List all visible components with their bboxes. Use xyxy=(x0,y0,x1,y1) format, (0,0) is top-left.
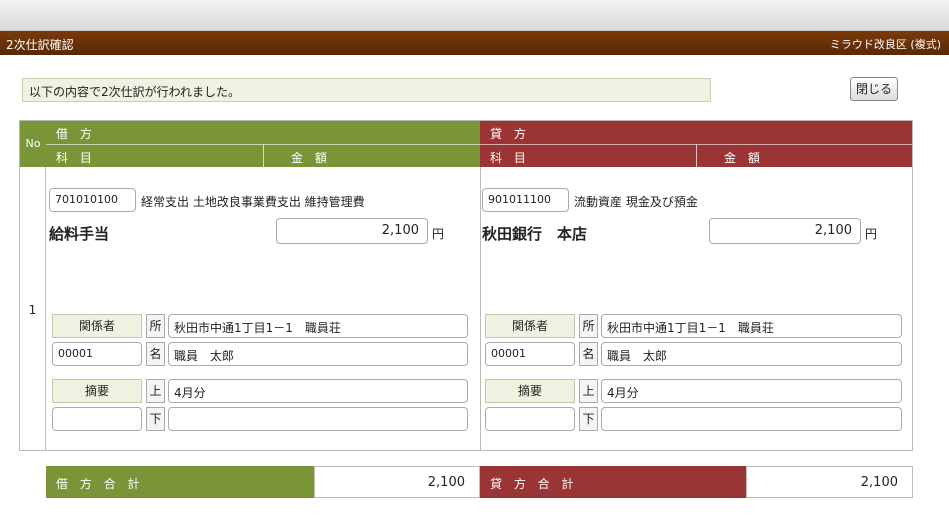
credit-total-value: 2,100 xyxy=(746,466,913,498)
credit-memo-label: 摘要 xyxy=(485,379,575,403)
credit-total-label-cell: 貸 方 合 計 xyxy=(480,466,746,498)
header-divider xyxy=(263,144,264,167)
debit-total-value: 2,100 xyxy=(314,466,480,498)
credit-memo-upper[interactable]: 4月分 xyxy=(601,379,902,403)
credit-account-code[interactable]: 901011100 xyxy=(482,188,569,212)
page-title: 2次仕訳確認 xyxy=(6,38,74,52)
close-button[interactable]: 閉じる xyxy=(850,77,898,101)
debit-upper-tag: 上 xyxy=(146,379,165,403)
debit-name-field[interactable]: 職員 太郎 xyxy=(168,342,468,366)
debit-name-tag: 名 xyxy=(146,342,165,366)
debit-lower-tag: 下 xyxy=(146,407,165,431)
debit-party-label: 関係者 xyxy=(52,314,142,338)
credit-amount-field[interactable]: 2,100 xyxy=(709,218,861,244)
column-header-debit-amount: 金 額 xyxy=(263,144,480,167)
debit-memo-upper[interactable]: 4月分 xyxy=(168,379,468,403)
column-header-no: No xyxy=(20,121,46,167)
credit-party-label: 関係者 xyxy=(485,314,575,338)
credit-address-tag: 所 xyxy=(579,314,598,338)
column-header-credit-subject: 科 目 xyxy=(480,144,696,167)
column-header-debit: 借 方 xyxy=(46,121,480,144)
credit-memo-code[interactable] xyxy=(485,407,575,431)
credit-lower-tag: 下 xyxy=(579,407,598,431)
debit-total-label-cell: 借 方 合 計 xyxy=(46,466,314,498)
result-message: 以下の内容で2次仕訳が行われました。 xyxy=(22,78,711,102)
debit-memo-code[interactable] xyxy=(52,407,142,431)
top-bar xyxy=(0,0,949,31)
journal-table: No 借 方 科 目 金 額 貸 方 科 目 金 額 1 701010100 経… xyxy=(19,120,913,451)
debit-memo-lower[interactable] xyxy=(168,407,468,431)
column-header-credit-amount: 金 額 xyxy=(696,144,912,167)
side-divider xyxy=(480,167,481,451)
debit-total-label: 借 方 合 計 xyxy=(56,477,144,491)
debit-amount-field[interactable]: 2,100 xyxy=(276,218,428,244)
debit-party-code[interactable]: 00001 xyxy=(52,342,142,366)
debit-account-code[interactable]: 701010100 xyxy=(49,188,136,212)
credit-upper-tag: 上 xyxy=(579,379,598,403)
header-divider xyxy=(696,144,697,167)
credit-total-label: 貸 方 合 計 xyxy=(490,477,578,491)
credit-party-code[interactable]: 00001 xyxy=(485,342,575,366)
debit-address-field[interactable]: 秋田市中通1丁目1－1 職員荘 xyxy=(168,314,468,338)
debit-sub-account: 給料手当 xyxy=(49,225,110,243)
credit-amount-unit: 円 xyxy=(865,227,878,241)
credit-name-tag: 名 xyxy=(579,342,598,366)
credit-account-name: 流動資産 現金及び預金 xyxy=(574,195,698,209)
title-bar: 2次仕訳確認 ミラウド改良区 (複式) xyxy=(0,31,949,55)
credit-name-field[interactable]: 職員 太郎 xyxy=(601,342,902,366)
column-header-debit-subject: 科 目 xyxy=(46,144,263,167)
credit-address-field[interactable]: 秋田市中通1丁目1－1 職員荘 xyxy=(601,314,902,338)
debit-amount-unit: 円 xyxy=(432,227,445,241)
debit-account-name: 経常支出 土地改良事業費支出 維持管理費 xyxy=(141,195,365,209)
organization-name: ミラウド改良区 (複式) xyxy=(829,38,941,51)
column-header-credit: 貸 方 xyxy=(480,121,912,144)
debit-address-tag: 所 xyxy=(146,314,165,338)
credit-memo-lower[interactable] xyxy=(601,407,902,431)
debit-memo-label: 摘要 xyxy=(52,379,142,403)
credit-sub-account: 秋田銀行 本店 xyxy=(482,225,588,243)
row-number: 1 xyxy=(20,167,46,451)
